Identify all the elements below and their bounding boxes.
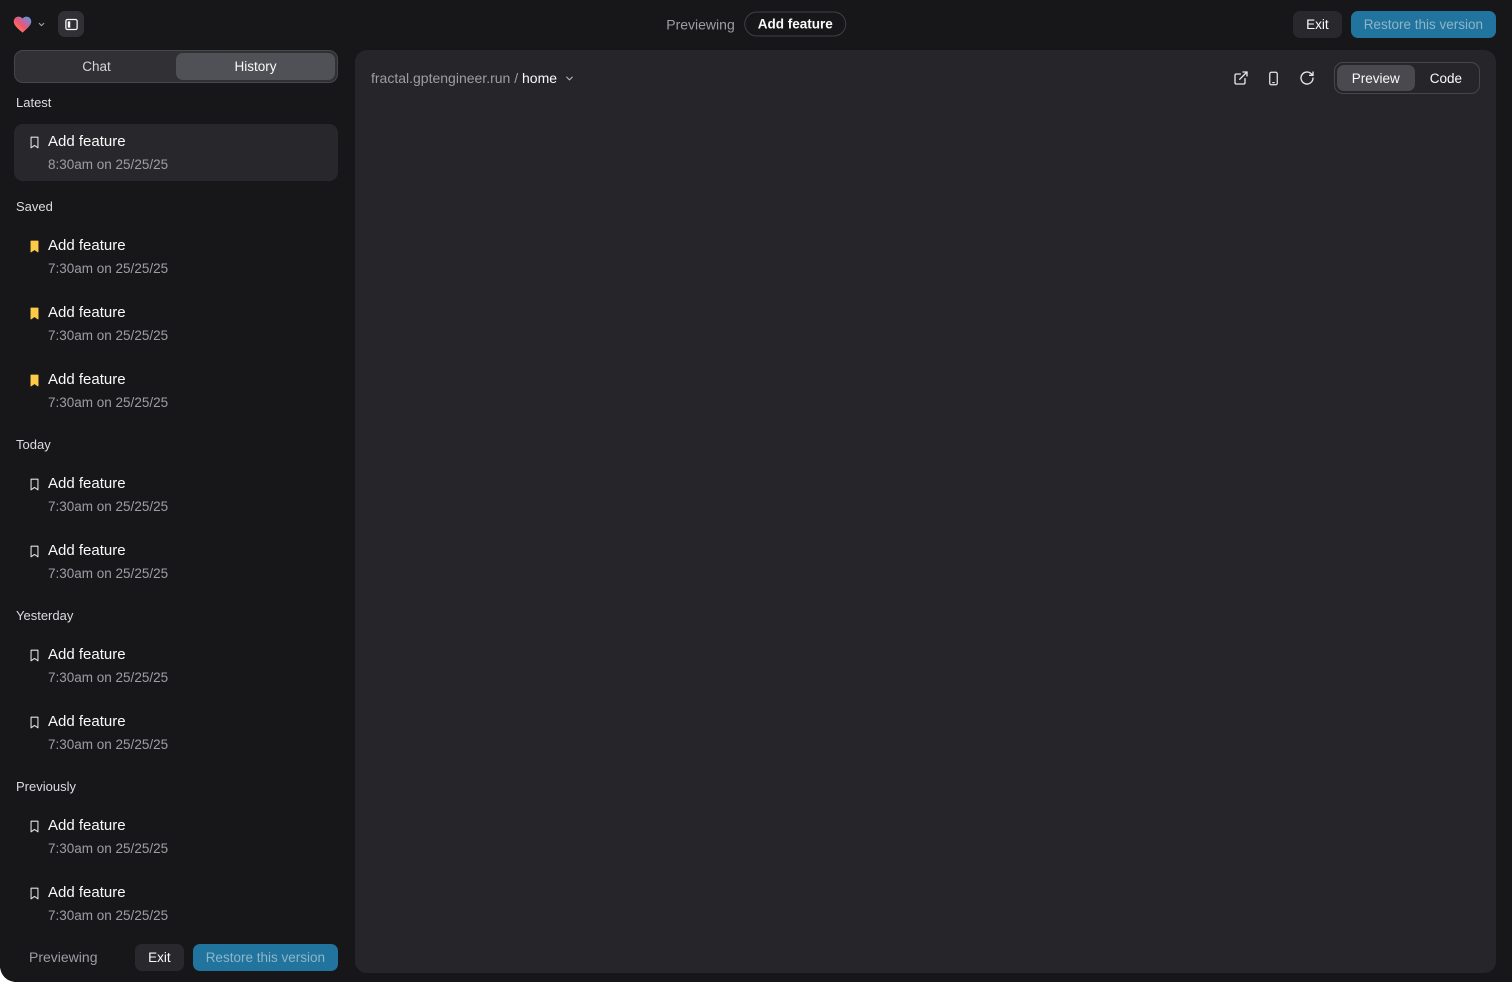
section-title: Previously <box>16 779 336 794</box>
section-items: Add feature 8:30am on 25/25/25 <box>14 124 338 181</box>
item-timestamp: 7:30am on 25/25/25 <box>48 327 168 344</box>
section-title: Saved <box>16 199 336 214</box>
panel-left-icon <box>64 17 79 32</box>
refresh-icon <box>1299 70 1315 86</box>
bookmark-filled-icon <box>27 306 43 321</box>
tab-chat[interactable]: Chat <box>17 53 176 80</box>
item-timestamp: 7:30am on 25/25/25 <box>48 669 168 686</box>
exit-button[interactable]: Exit <box>135 944 184 971</box>
history-section: Saved Add feature 7:30am on 25/25/25 Add… <box>14 199 338 419</box>
url-base: fractal.gptengineer.run / <box>371 70 518 86</box>
history-list-item[interactable]: Add feature 8:30am on 25/25/25 <box>14 124 338 181</box>
history-list-item[interactable]: Add feature 7:30am on 25/25/25 <box>14 362 338 419</box>
section-title: Latest <box>16 95 336 110</box>
bookmark-outline-icon <box>27 886 43 901</box>
section-title: Today <box>16 437 336 452</box>
item-title: Add feature <box>48 883 168 902</box>
history-list-item[interactable]: Add feature 7:30am on 25/25/25 <box>14 704 338 761</box>
refresh-button[interactable] <box>1294 65 1320 91</box>
section-items: Add feature 7:30am on 25/25/25 Add featu… <box>14 228 338 419</box>
item-title: Add feature <box>48 645 168 664</box>
history-section: Latest Add feature 8:30am on 25/25/25 <box>14 95 338 181</box>
heart-logo-icon <box>12 14 33 35</box>
history-list-item[interactable]: Add feature 7:30am on 25/25/25 <box>14 295 338 352</box>
chevron-down-icon <box>564 73 575 84</box>
app-logo-menu[interactable] <box>12 14 46 35</box>
version-badge[interactable]: Add feature <box>745 12 846 37</box>
sidebar-tabs: Chat History <box>14 50 338 83</box>
item-timestamp: 7:30am on 25/25/25 <box>48 565 168 582</box>
bookmark-outline-icon <box>27 544 43 559</box>
history-list-item[interactable]: Add feature 7:30am on 25/25/25 <box>14 637 338 694</box>
item-timestamp: 8:30am on 25/25/25 <box>48 156 168 173</box>
item-title: Add feature <box>48 816 168 835</box>
item-title: Add feature <box>48 132 168 151</box>
previewing-status-label: Previewing <box>29 949 97 965</box>
tab-code[interactable]: Code <box>1415 65 1477 91</box>
history-section: Previously Add feature 7:30am on 25/25/2… <box>14 779 338 932</box>
section-items: Add feature 7:30am on 25/25/25 Add featu… <box>14 808 338 932</box>
sidebar-toggle-button[interactable] <box>58 11 84 37</box>
tab-history[interactable]: History <box>176 53 335 80</box>
history-list-item[interactable]: Add feature 7:30am on 25/25/25 <box>14 533 338 590</box>
item-timestamp: 7:30am on 25/25/25 <box>48 498 168 515</box>
open-external-button[interactable] <box>1228 65 1254 91</box>
tab-preview[interactable]: Preview <box>1337 65 1415 91</box>
bookmark-filled-icon <box>27 239 43 254</box>
smartphone-icon <box>1266 71 1281 86</box>
bookmark-outline-icon <box>27 819 43 834</box>
history-list-item[interactable]: Add feature 7:30am on 25/25/25 <box>14 875 338 932</box>
bookmark-outline-icon <box>27 135 43 150</box>
item-title: Add feature <box>48 236 168 255</box>
mobile-preview-button[interactable] <box>1261 65 1287 91</box>
item-timestamp: 7:30am on 25/25/25 <box>48 736 168 753</box>
item-title: Add feature <box>48 474 168 493</box>
url-bar[interactable]: fractal.gptengineer.run / home <box>371 70 575 86</box>
bookmark-outline-icon <box>27 715 43 730</box>
item-title: Add feature <box>48 541 168 560</box>
topbar: Previewing Add feature Exit Restore this… <box>0 0 1512 48</box>
history-list-item[interactable]: Add feature 7:30am on 25/25/25 <box>14 228 338 285</box>
restore-version-button[interactable]: Restore this version <box>1351 11 1496 38</box>
item-timestamp: 7:30am on 25/25/25 <box>48 260 168 277</box>
preview-toolbar: fractal.gptengineer.run / home <box>355 50 1496 106</box>
bookmark-filled-icon <box>27 373 43 388</box>
section-title: Yesterday <box>16 608 336 623</box>
item-timestamp: 7:30am on 25/25/25 <box>48 840 168 857</box>
item-timestamp: 7:30am on 25/25/25 <box>48 394 168 411</box>
restore-version-button[interactable]: Restore this version <box>193 944 338 971</box>
previewing-status-label: Previewing <box>666 16 734 32</box>
external-link-icon <box>1233 70 1249 86</box>
chevron-down-icon <box>37 20 46 29</box>
history-list-item[interactable]: Add feature 7:30am on 25/25/25 <box>14 808 338 865</box>
view-mode-toggle: Preview Code <box>1334 62 1480 94</box>
sidebar-footer: Previewing Exit Restore this version <box>14 936 338 982</box>
bookmark-outline-icon <box>27 648 43 663</box>
history-list-item[interactable]: Add feature 7:30am on 25/25/25 <box>14 466 338 523</box>
history-list: Latest Add feature 8:30am on 25/25/25 Sa… <box>14 83 338 936</box>
preview-panel: fractal.gptengineer.run / home <box>355 50 1496 973</box>
history-section: Today Add feature 7:30am on 25/25/25 Add… <box>14 437 338 590</box>
exit-button[interactable]: Exit <box>1293 11 1342 38</box>
url-page: home <box>522 70 557 86</box>
preview-viewport <box>355 106 1496 973</box>
item-timestamp: 7:30am on 25/25/25 <box>48 907 168 924</box>
section-items: Add feature 7:30am on 25/25/25 Add featu… <box>14 637 338 761</box>
history-section: Yesterday Add feature 7:30am on 25/25/25… <box>14 608 338 761</box>
section-items: Add feature 7:30am on 25/25/25 Add featu… <box>14 466 338 590</box>
item-title: Add feature <box>48 303 168 322</box>
item-title: Add feature <box>48 712 168 731</box>
item-title: Add feature <box>48 370 168 389</box>
bookmark-outline-icon <box>27 477 43 492</box>
history-sidebar: Chat History Latest Add feature 8:30am o… <box>14 50 338 982</box>
